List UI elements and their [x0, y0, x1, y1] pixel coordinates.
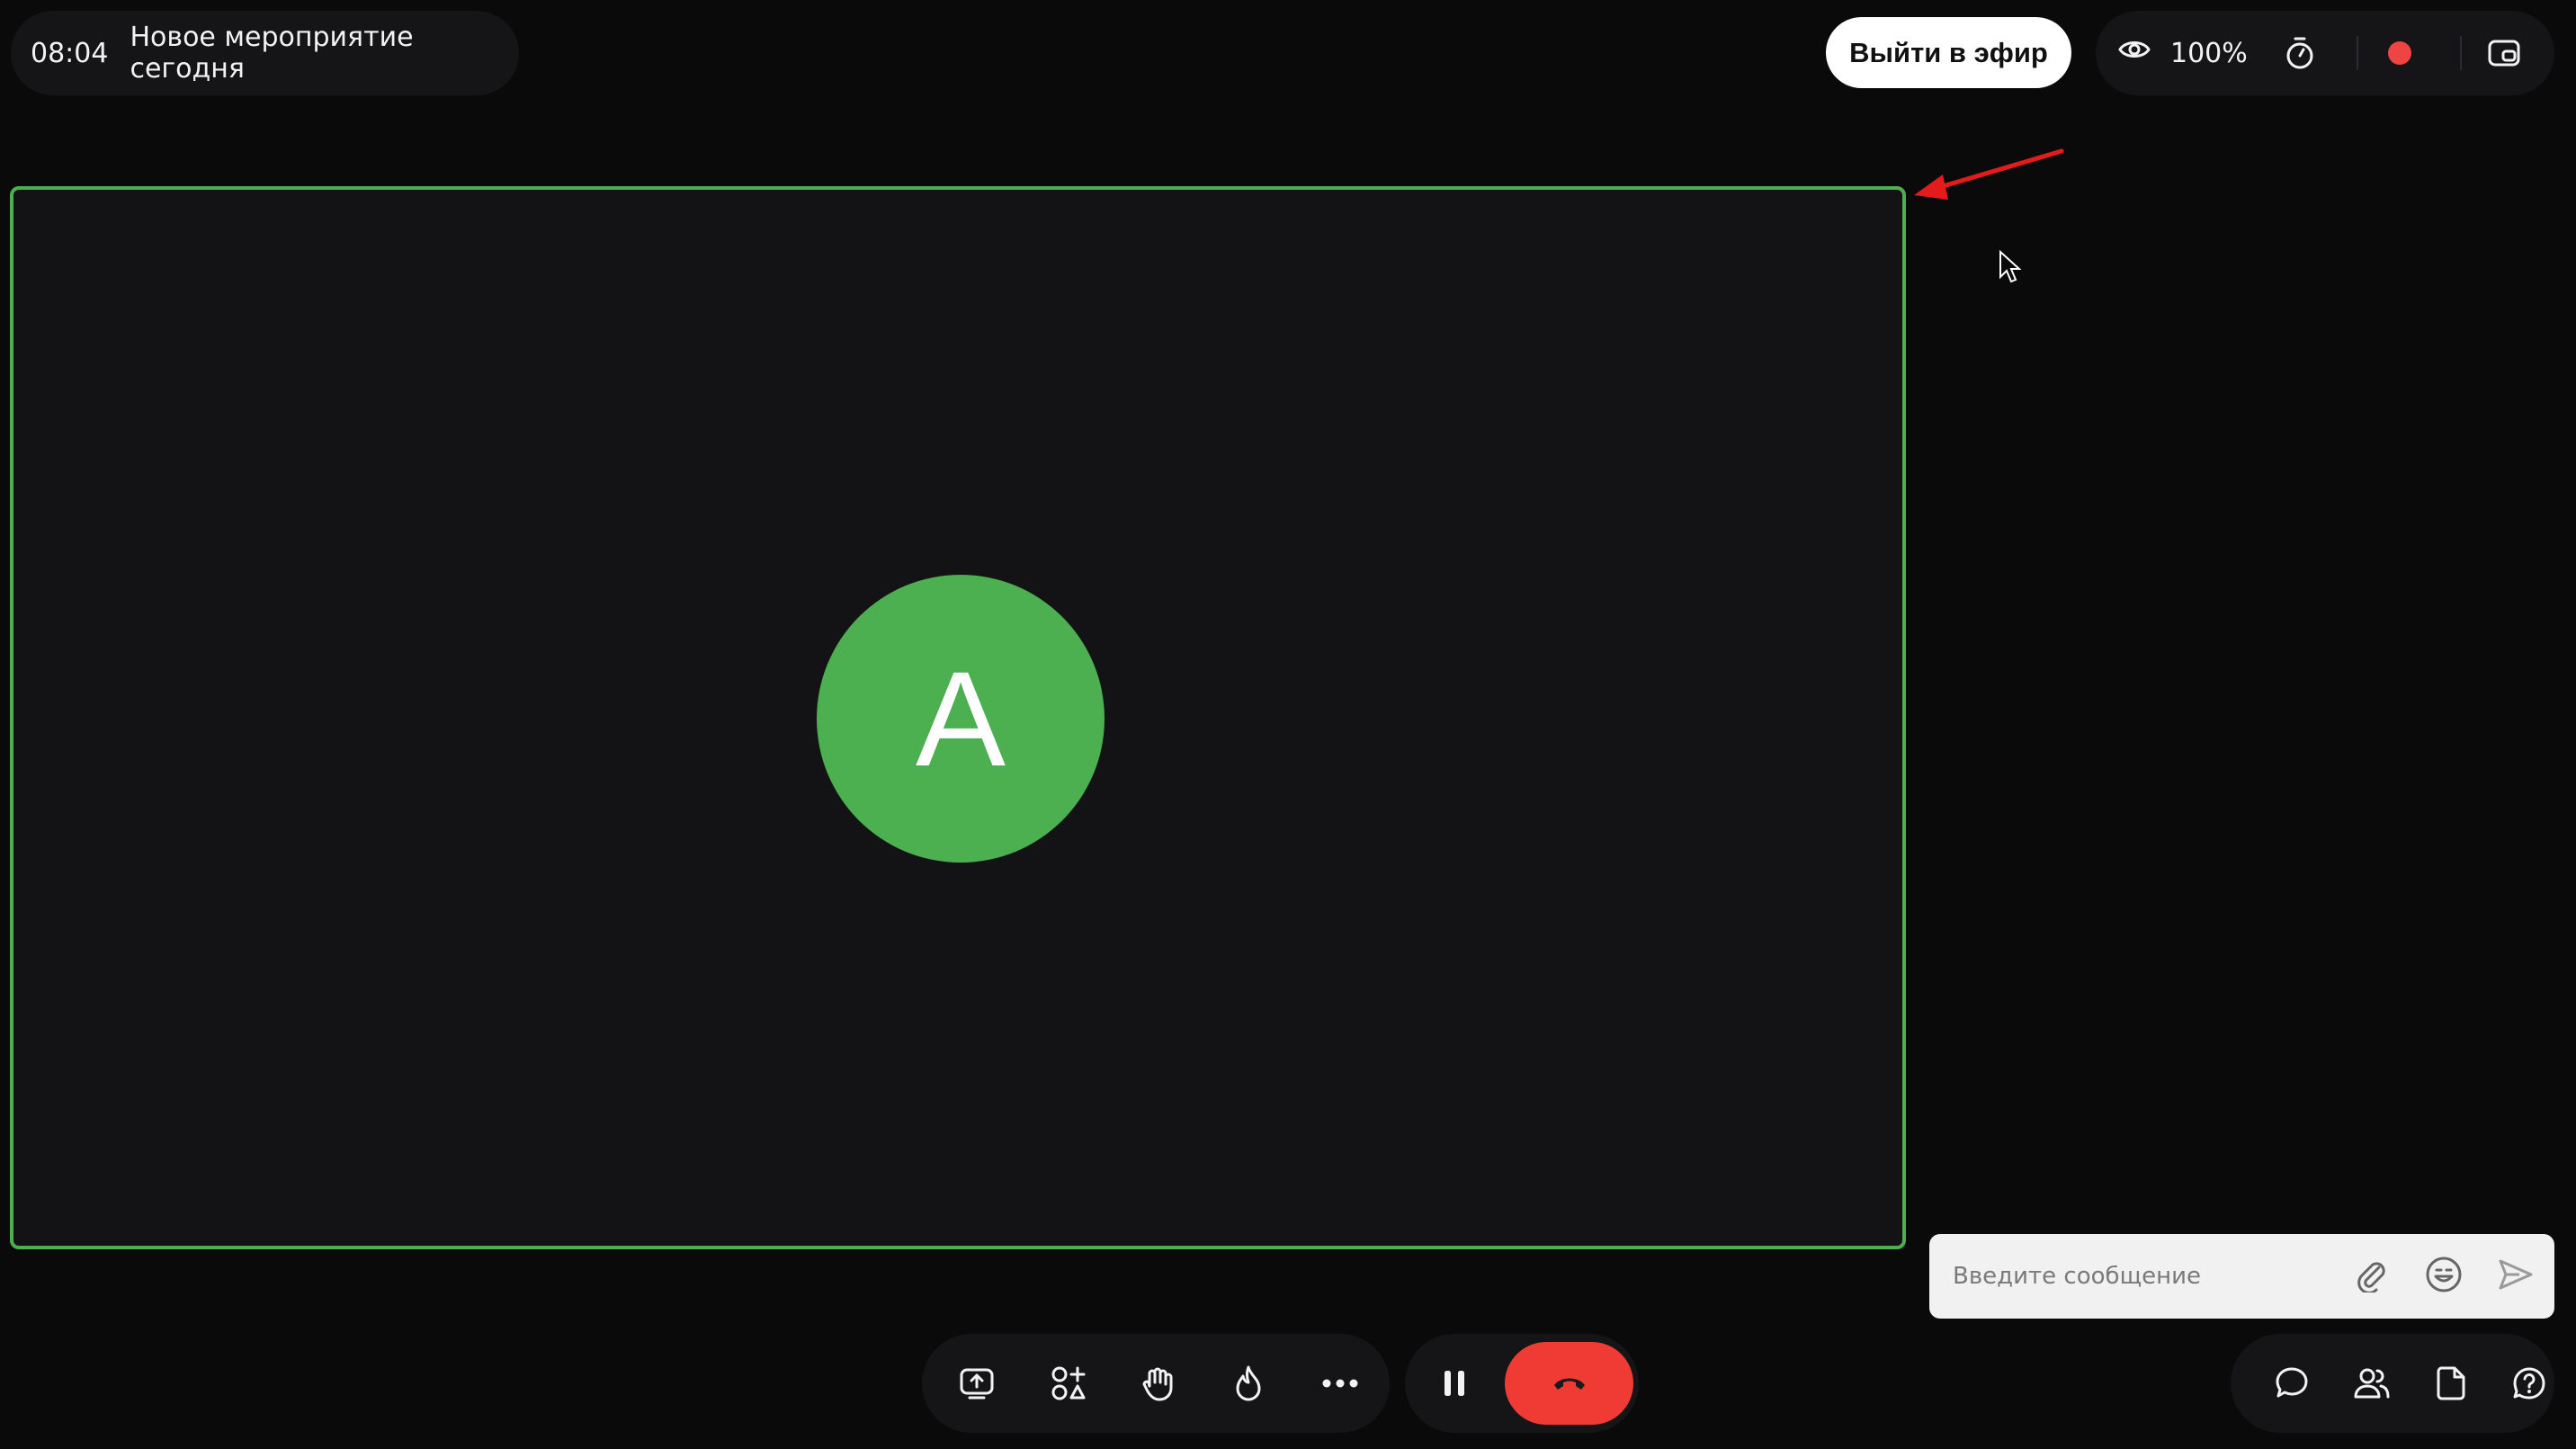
emoji-icon[interactable] [2423, 1254, 2464, 1295]
pause-icon[interactable] [1432, 1361, 1477, 1406]
viewers-indicator[interactable]: 100% [2118, 11, 2248, 95]
chat-input-box [1929, 1234, 2554, 1319]
message-input[interactable] [1951, 1248, 2350, 1304]
hand-icon[interactable] [1136, 1361, 1181, 1406]
bottom-toolbar [922, 1334, 1390, 1433]
side-panel-toolbar [2231, 1334, 2554, 1433]
divider [2357, 36, 2358, 70]
meeting-info: 08:04 Новое мероприятие сегодня [11, 11, 519, 95]
record-dot-icon [2388, 41, 2411, 65]
stopwatch-icon[interactable] [2280, 33, 2320, 73]
hang-up-icon [1553, 1378, 1585, 1390]
paperclip-icon[interactable] [2351, 1254, 2393, 1295]
record-button[interactable] [2380, 33, 2419, 73]
meeting-title: Новое мероприятие сегодня [130, 22, 414, 85]
mouse-cursor-icon [1999, 250, 2022, 283]
divider [2460, 36, 2462, 70]
avatar: A [817, 575, 1105, 863]
help-icon[interactable] [2507, 1361, 2552, 1406]
picture-in-picture-icon[interactable] [2484, 33, 2524, 73]
meeting-time: 08:04 [31, 37, 109, 69]
fire-icon[interactable] [1226, 1361, 1271, 1406]
call-controls [1405, 1334, 1639, 1433]
chat-actions [2351, 1254, 2536, 1295]
meeting-screen: 08:04 Новое мероприятие сегодня Выйти в … [0, 0, 2576, 1449]
participants-icon[interactable] [2349, 1361, 2394, 1406]
eye-icon [2118, 37, 2151, 69]
annotation-arrow-icon [1914, 148, 2064, 200]
hang-up-button[interactable] [1505, 1342, 1633, 1425]
chat-icon[interactable] [2269, 1361, 2314, 1406]
send-icon[interactable] [2495, 1254, 2536, 1295]
go-live-button[interactable]: Выйти в эфир [1826, 17, 2071, 88]
file-icon[interactable] [2428, 1361, 2473, 1406]
status-bar: 100% [2096, 11, 2554, 95]
more-icon[interactable] [1318, 1361, 1363, 1406]
share-screen-icon[interactable] [954, 1361, 999, 1406]
zoom-level: 100% [2170, 37, 2248, 69]
apps-add-icon[interactable] [1046, 1361, 1091, 1406]
participant-video-tile[interactable]: A [10, 186, 1906, 1249]
